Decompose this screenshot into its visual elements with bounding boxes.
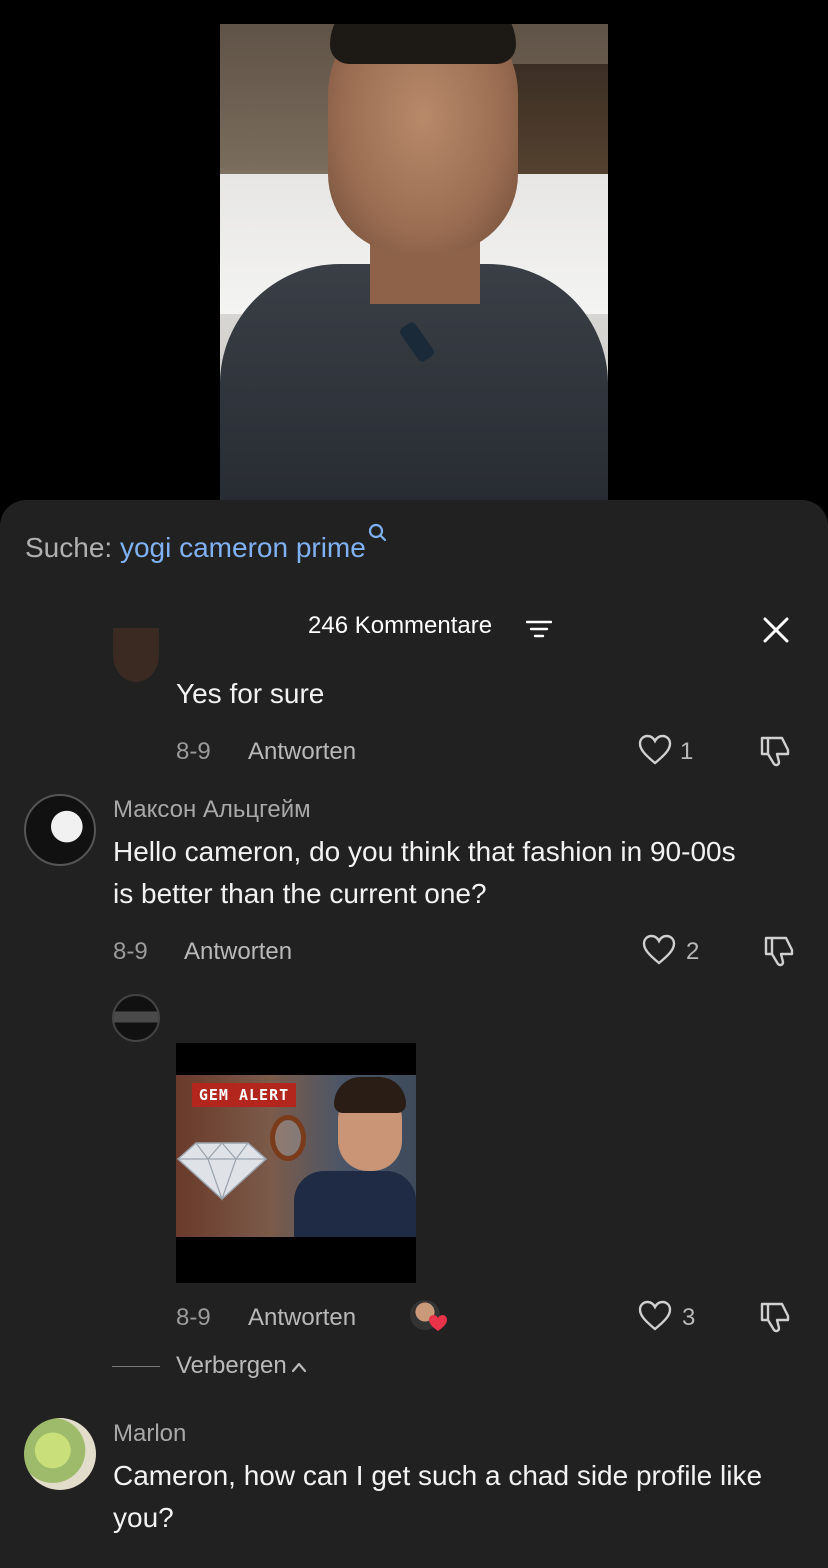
comment-date: 8-9	[176, 1304, 211, 1331]
avatar[interactable]	[24, 794, 96, 866]
diamond-icon	[176, 1142, 268, 1201]
heart-badge-icon	[429, 1315, 447, 1331]
avatar[interactable]	[112, 994, 160, 1042]
filter-icon[interactable]	[526, 619, 552, 639]
comment-username[interactable]: Marlon	[113, 1420, 186, 1448]
comment-count: 246 Kommentare	[308, 612, 493, 639]
magnifier-icon	[270, 1115, 306, 1161]
heart-icon[interactable]	[642, 934, 676, 966]
reply-button[interactable]: Antworten	[248, 1304, 356, 1332]
heart-icon[interactable]	[638, 1300, 672, 1332]
close-icon[interactable]	[760, 614, 792, 646]
like-count: 2	[686, 938, 700, 965]
search-query[interactable]: yogi cameron prime	[120, 532, 366, 563]
like-count: 3	[682, 1304, 696, 1331]
gif-banner-text: GEM ALERT	[192, 1083, 296, 1107]
gif-person-hair	[334, 1077, 406, 1113]
search-icon	[368, 523, 386, 542]
avatar[interactable]	[24, 1418, 96, 1490]
gif-person-body	[294, 1171, 416, 1237]
search-label: Suche:	[25, 532, 113, 563]
comment-text: Yes for sure	[176, 678, 325, 709]
comment-text: Hello cameron, do you think that fashion…	[113, 836, 736, 909]
comment-date: 8-9	[176, 738, 211, 765]
comment-text: Cameron, how can I get such a chad side …	[113, 1460, 763, 1533]
comment-username[interactable]: Максон Альцгейм	[113, 796, 311, 824]
person-hair	[330, 24, 516, 64]
heart-icon[interactable]	[638, 734, 672, 766]
chevron-up-icon	[291, 1362, 306, 1373]
reply-button[interactable]: Antworten	[184, 938, 292, 966]
gif-image[interactable]: GEM ALERT	[176, 1043, 416, 1283]
like-count: 1	[680, 738, 694, 765]
hide-replies-label: Verbergen	[176, 1352, 287, 1379]
replies-divider	[112, 1366, 160, 1367]
dislike-icon[interactable]	[762, 934, 796, 968]
avatar[interactable]	[113, 628, 159, 682]
video-player[interactable]	[220, 24, 608, 501]
comment-date: 8-9	[113, 938, 148, 965]
reply-button[interactable]: Antworten	[248, 738, 356, 766]
comments-sheet: Suche: yogi cameron prime 246 Kommentare…	[0, 500, 828, 1568]
search-suggestion[interactable]: Suche: yogi cameron prime	[25, 523, 386, 564]
hide-replies-button[interactable]: Verbergen	[176, 1352, 307, 1380]
dislike-icon[interactable]	[758, 1300, 792, 1334]
dislike-icon[interactable]	[758, 734, 792, 768]
